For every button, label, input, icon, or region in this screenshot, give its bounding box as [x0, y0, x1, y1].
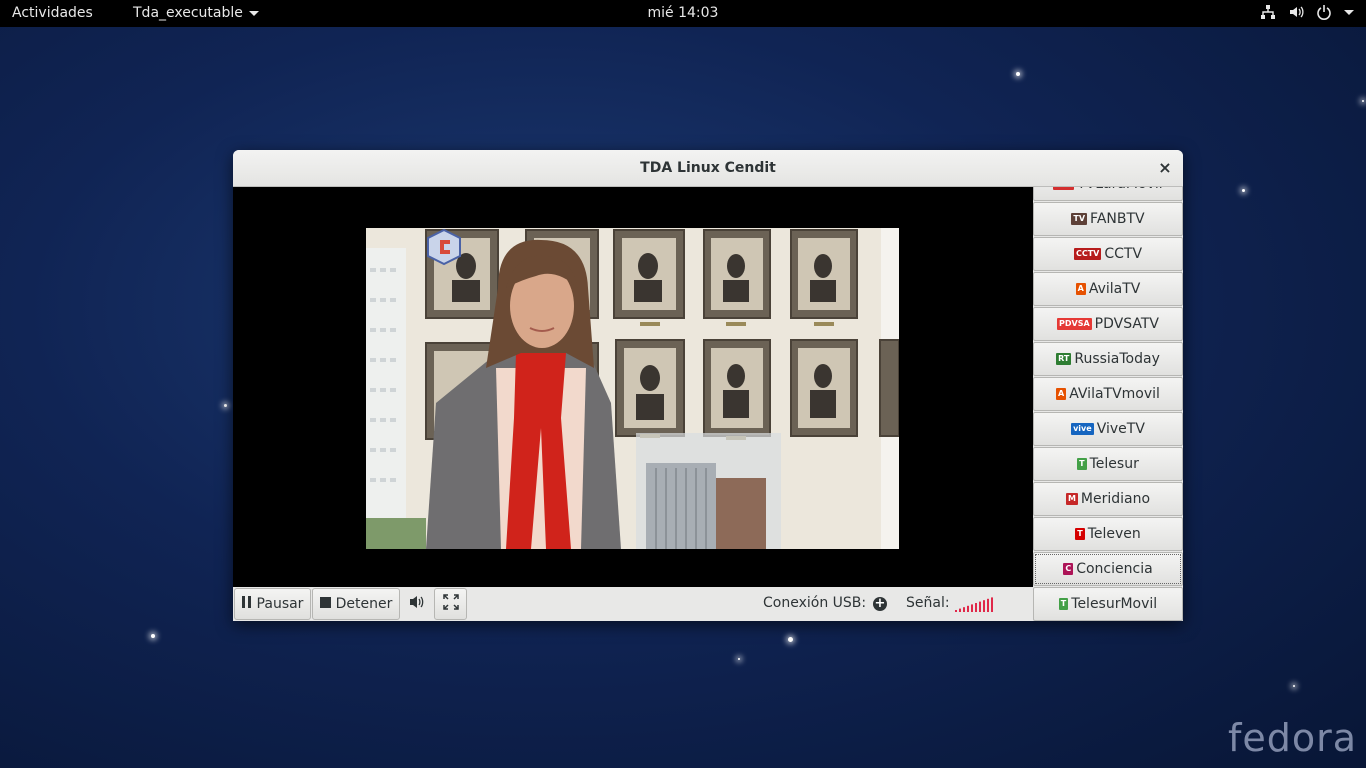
channel-button-meridiano[interactable]: M Meridiano [1033, 482, 1183, 516]
video-frame [366, 228, 899, 549]
app-menu[interactable]: Tda_executable [133, 5, 259, 21]
signal-bar [955, 610, 957, 612]
star [1293, 685, 1295, 687]
system-menu[interactable] [1260, 4, 1354, 20]
channel-logo-icon: T [1075, 528, 1085, 540]
channel-button-tvlaramovil[interactable]: TVLTVLaraMovil [1033, 187, 1183, 201]
channel-logo-icon: C [1063, 563, 1074, 575]
chevron-down-icon [1344, 9, 1354, 15]
pause-icon [241, 596, 252, 612]
fullscreen-button[interactable] [434, 588, 467, 620]
app-window: TDA Linux Cendit × Pausar Detener Conexi… [233, 150, 1183, 621]
channel-label: AvilaTV [1088, 281, 1141, 297]
channel-button-conciencia[interactable]: C Conciencia [1033, 552, 1183, 586]
stop-label: Detener [335, 596, 393, 612]
star [738, 658, 740, 660]
clock[interactable]: mié 14:03 [648, 5, 719, 21]
channel-label: FANBTV [1090, 211, 1145, 227]
channel-logo-icon: vive [1071, 423, 1094, 435]
channel-logo-icon: CCTV [1073, 248, 1102, 260]
network-icon [1260, 4, 1276, 20]
channel-button-avilatv[interactable]: A AvilaTV [1033, 272, 1183, 306]
channel-logo-icon: M [1065, 493, 1078, 505]
channel-button-pdvsatv[interactable]: PDVSA PDVSATV [1033, 307, 1183, 341]
signal-bars-icon [955, 597, 993, 612]
channel-button-avilatvmovil[interactable]: A AVilaTVmovil [1033, 377, 1183, 411]
star [788, 637, 793, 642]
channel-button-vivetv[interactable]: vive ViveTV [1033, 412, 1183, 446]
signal-bar [975, 603, 977, 612]
channel-logo-icon: A [1056, 388, 1067, 400]
video-image [366, 228, 899, 549]
channel-label: ViveTV [1096, 421, 1145, 437]
signal-bar [971, 604, 973, 612]
star [1016, 72, 1020, 76]
star [1242, 189, 1245, 192]
signal-label: Señal: [906, 595, 950, 611]
channel-logo-icon: T [1058, 598, 1069, 610]
channel-button-fanbtv[interactable]: TV FANBTV [1033, 202, 1183, 236]
channel-button-telesurmovil[interactable]: T TelesurMovil [1033, 587, 1183, 621]
channel-label: TelesurMovil [1071, 596, 1158, 612]
activities-button[interactable]: Actividades [12, 5, 93, 21]
app-menu-label: Tda_executable [133, 5, 243, 21]
fedora-logo: fedora [1228, 716, 1358, 760]
channel-label: CCTV [1104, 246, 1143, 262]
channel-label: Meridiano [1080, 491, 1151, 507]
title-bar[interactable]: TDA Linux Cendit × [233, 150, 1183, 187]
signal-bar [967, 605, 969, 612]
stop-button[interactable]: Detener [312, 588, 400, 620]
channel-label: Telesur [1089, 456, 1139, 472]
star [224, 404, 227, 407]
channel-logo-icon: TVL [1053, 187, 1075, 190]
channel-button-televen[interactable]: T Televen [1033, 517, 1183, 551]
window-title: TDA Linux Cendit [640, 160, 776, 176]
channel-label: Conciencia [1076, 561, 1153, 577]
volume-icon [1288, 4, 1304, 20]
top-bar: Actividades Tda_executable mié 14:03 [0, 0, 1366, 27]
star [1362, 100, 1364, 102]
channel-logo-icon: PDVSA [1057, 318, 1092, 330]
channel-label: Televen [1087, 526, 1141, 542]
signal-bar [983, 600, 985, 612]
channel-logo-icon: RT [1056, 353, 1072, 365]
chevron-down-icon [248, 10, 259, 16]
stop-icon [319, 596, 331, 612]
channel-label: RussiaToday [1074, 351, 1160, 367]
close-button[interactable]: × [1157, 150, 1173, 186]
signal-bar [959, 608, 961, 612]
channel-logo-icon: A [1075, 283, 1086, 295]
channel-button-russiatoday[interactable]: RT RussiaToday [1033, 342, 1183, 376]
speaker-icon [409, 595, 425, 613]
signal-bar [963, 607, 965, 612]
signal-bar [987, 598, 989, 612]
pause-button[interactable]: Pausar [234, 588, 311, 620]
pause-label: Pausar [256, 596, 304, 612]
channel-button-telesur[interactable]: T Telesur [1033, 447, 1183, 481]
channel-label: TVLaraMovil [1077, 187, 1163, 192]
playback-controls: Pausar Detener Conexión USB: + Señal: [233, 587, 1033, 621]
channel-button-cctv[interactable]: CCTV CCTV [1033, 237, 1183, 271]
usb-connection-label: Conexión USB: [763, 595, 867, 611]
channel-logo-icon: T [1077, 458, 1087, 470]
star [151, 634, 155, 638]
channel-label: AVilaTVmovil [1069, 386, 1160, 402]
fullscreen-icon [442, 594, 459, 614]
channel-label: PDVSATV [1094, 316, 1159, 332]
volume-button[interactable] [401, 588, 433, 620]
power-icon [1316, 4, 1332, 20]
channel-logo-icon: TV [1071, 213, 1088, 225]
video-area[interactable] [233, 187, 1033, 587]
usb-add-icon[interactable]: + [873, 597, 887, 611]
signal-bar [979, 601, 981, 612]
signal-bar [991, 597, 993, 612]
channel-list[interactable]: TVLTVLaraMovilTVFANBTVCCTVCCTVAAvilaTVPD… [1033, 187, 1183, 621]
